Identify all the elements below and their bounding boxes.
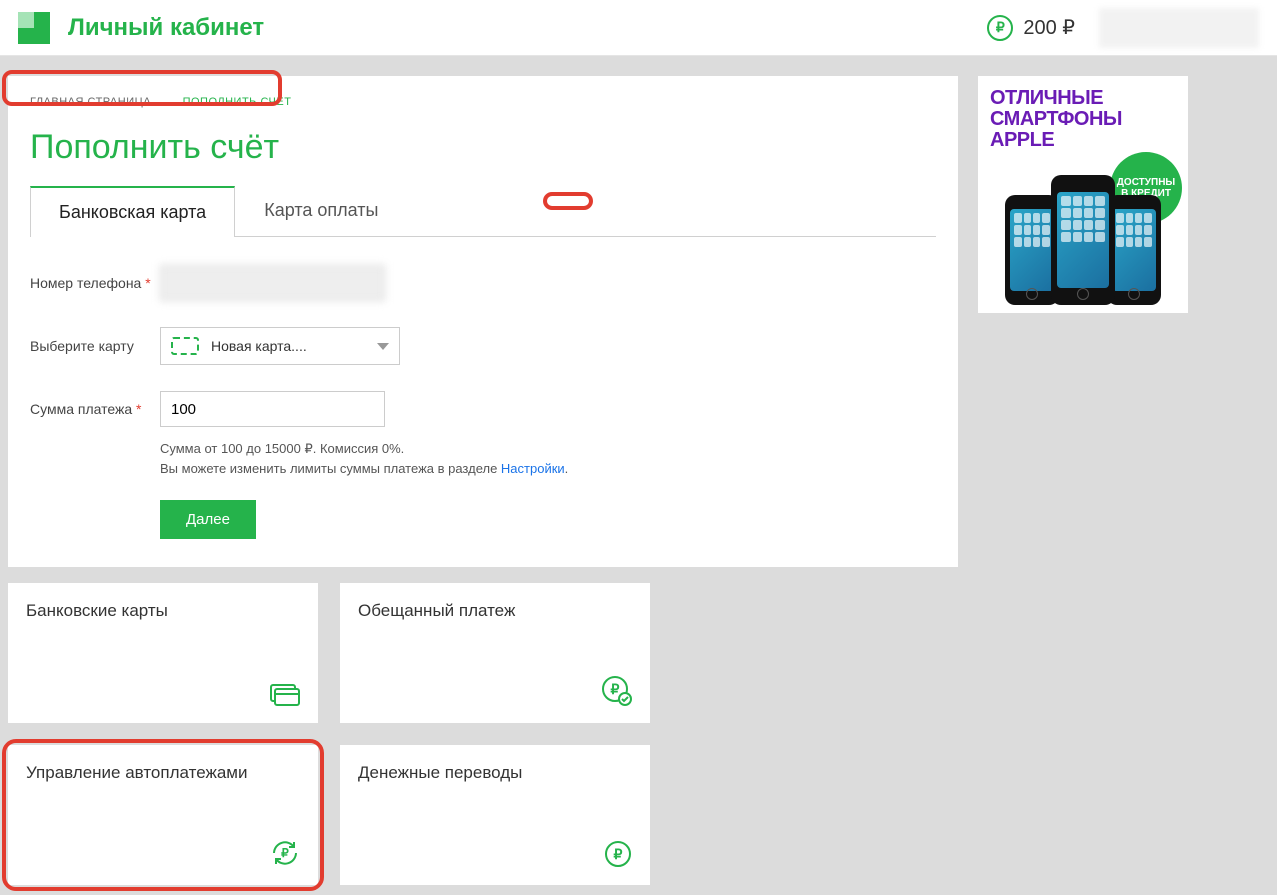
main-panel: ГЛАВНАЯ СТРАНИЦА → ПОПОЛНИТЬ СЧЁТ Пополн…: [8, 76, 958, 567]
ad-line-2: СМАРТФОНЫ: [990, 109, 1176, 130]
tile-promised-payment[interactable]: Обещанный платеж ₽: [340, 583, 650, 723]
tab-pay-card[interactable]: Карта оплаты: [235, 185, 407, 236]
ad-badge-line-1: ДОСТУПНЫ: [1117, 177, 1175, 188]
chevron-down-icon: [377, 343, 389, 350]
balance-display: ₽ 200 ₽: [987, 15, 1075, 41]
card-select[interactable]: Новая карта....: [160, 327, 400, 365]
card-selected-value: Новая карта....: [211, 338, 307, 354]
ad-line-1: ОТЛИЧНЫЕ: [990, 88, 1176, 109]
tile-title: Денежные переводы: [358, 763, 632, 783]
annotation-pill: [543, 192, 593, 210]
tile-bank-cards[interactable]: Банковские карты: [8, 583, 318, 723]
tile-autopay[interactable]: Управление автоплатежами ₽: [8, 745, 318, 885]
hint-line-2: Вы можете изменить лимиты суммы платежа …: [160, 461, 501, 476]
amount-hint: Сумма от 100 до 15000 ₽. Комиссия 0%. Вы…: [160, 439, 760, 478]
ruble-circle-icon: ₽: [604, 840, 632, 871]
ruble-icon: ₽: [987, 15, 1013, 41]
submit-button[interactable]: Далее: [160, 500, 256, 539]
tile-title: Управление автоплатежами: [26, 763, 300, 783]
svg-text:₽: ₽: [611, 681, 620, 697]
tile-title: Обещанный платеж: [358, 601, 632, 621]
logo-icon: [18, 12, 50, 44]
tile-title: Банковские карты: [26, 601, 300, 621]
card-icon: [270, 682, 300, 709]
tile-transfers[interactable]: Денежные переводы ₽: [340, 745, 650, 885]
breadcrumb-arrow: →: [161, 96, 173, 108]
new-card-icon: [171, 337, 199, 355]
svg-text:₽: ₽: [281, 846, 289, 860]
svg-text:₽: ₽: [614, 846, 623, 862]
top-bar: Личный кабинет ₽ 200 ₽: [0, 0, 1277, 56]
amount-label: Сумма платежа: [30, 401, 160, 417]
page-title: Пополнить счёт: [30, 128, 936, 167]
phone-input[interactable]: [160, 265, 385, 301]
site-title: Личный кабинет: [68, 14, 264, 42]
hint-line-1: Сумма от 100 до 15000 ₽. Комиссия 0%.: [160, 441, 404, 456]
balance-value: 200 ₽: [1023, 15, 1075, 40]
breadcrumb: ГЛАВНАЯ СТРАНИЦА → ПОПОЛНИТЬ СЧЁТ: [30, 96, 936, 108]
phone-label: Номер телефона: [30, 275, 160, 291]
settings-link[interactable]: Настройки: [501, 461, 565, 476]
tab-bank-card[interactable]: Банковская карта: [30, 186, 235, 237]
tiles-grid: Банковские карты Обещанный платеж ₽ Упра…: [8, 583, 958, 885]
amount-input[interactable]: [160, 391, 385, 427]
card-label: Выберите карту: [30, 338, 160, 354]
breadcrumb-current: ПОПОЛНИТЬ СЧЁТ: [183, 96, 292, 108]
ad-phones-image: [990, 175, 1176, 305]
header-user-block: [1099, 8, 1259, 48]
breadcrumb-home[interactable]: ГЛАВНАЯ СТРАНИЦА: [30, 96, 151, 108]
tabs: Банковская карта Карта оплаты: [30, 185, 936, 237]
ad-banner[interactable]: ОТЛИЧНЫЕ СМАРТФОНЫ APPLE ДОСТУПНЫ В КРЕД…: [978, 76, 1188, 313]
ad-line-3: APPLE: [990, 130, 1176, 151]
ruble-refresh-icon: ₽: [270, 838, 300, 871]
ruble-check-icon: ₽: [602, 676, 632, 709]
